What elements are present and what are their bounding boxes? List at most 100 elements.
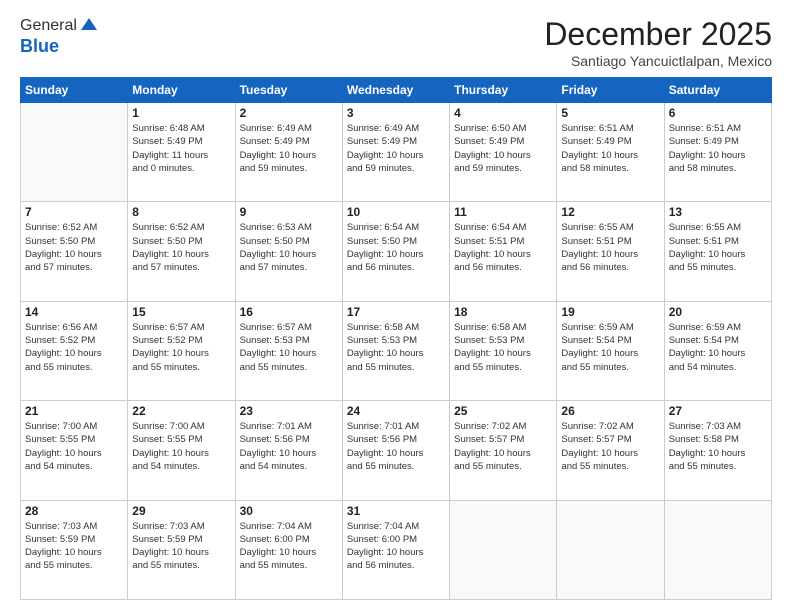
- day-number: 26: [561, 404, 659, 418]
- day-number: 9: [240, 205, 338, 219]
- day-info: Sunrise: 6:54 AM Sunset: 5:51 PM Dayligh…: [454, 221, 552, 274]
- day-info: Sunrise: 6:50 AM Sunset: 5:49 PM Dayligh…: [454, 122, 552, 175]
- day-number: 23: [240, 404, 338, 418]
- calendar-cell: [21, 103, 128, 202]
- day-number: 3: [347, 106, 445, 120]
- day-number: 21: [25, 404, 123, 418]
- weekday-header: Saturday: [664, 78, 771, 103]
- logo-general-text: General: [20, 17, 77, 35]
- calendar-cell: 7 Sunrise: 6:52 AM Sunset: 5:50 PM Daylig…: [21, 202, 128, 301]
- day-number: 31: [347, 504, 445, 518]
- calendar-cell: 24 Sunrise: 7:01 AM Sunset: 5:56 PM Dayli…: [342, 401, 449, 500]
- day-info: Sunrise: 6:49 AM Sunset: 5:49 PM Dayligh…: [240, 122, 338, 175]
- weekday-header: Tuesday: [235, 78, 342, 103]
- day-info: Sunrise: 7:04 AM Sunset: 6:00 PM Dayligh…: [240, 520, 338, 573]
- logo-icon: [79, 16, 99, 36]
- day-info: Sunrise: 7:04 AM Sunset: 6:00 PM Dayligh…: [347, 520, 445, 573]
- calendar-cell: 2 Sunrise: 6:49 AM Sunset: 5:49 PM Daylig…: [235, 103, 342, 202]
- day-info: Sunrise: 7:02 AM Sunset: 5:57 PM Dayligh…: [454, 420, 552, 473]
- calendar-week-row: 7 Sunrise: 6:52 AM Sunset: 5:50 PM Daylig…: [21, 202, 772, 301]
- day-info: Sunrise: 6:57 AM Sunset: 5:53 PM Dayligh…: [240, 321, 338, 374]
- day-number: 30: [240, 504, 338, 518]
- calendar-cell: 6 Sunrise: 6:51 AM Sunset: 5:49 PM Daylig…: [664, 103, 771, 202]
- day-info: Sunrise: 6:55 AM Sunset: 5:51 PM Dayligh…: [561, 221, 659, 274]
- calendar-cell: 20 Sunrise: 6:59 AM Sunset: 5:54 PM Dayli…: [664, 301, 771, 400]
- day-info: Sunrise: 6:59 AM Sunset: 5:54 PM Dayligh…: [669, 321, 767, 374]
- day-info: Sunrise: 6:52 AM Sunset: 5:50 PM Dayligh…: [132, 221, 230, 274]
- header: General Blue December 2025 Santiago Yanc…: [20, 16, 772, 69]
- weekday-header: Friday: [557, 78, 664, 103]
- calendar-week-row: 28 Sunrise: 7:03 AM Sunset: 5:59 PM Dayli…: [21, 500, 772, 599]
- calendar-header-row: SundayMondayTuesdayWednesdayThursdayFrid…: [21, 78, 772, 103]
- calendar-cell: 25 Sunrise: 7:02 AM Sunset: 5:57 PM Dayli…: [450, 401, 557, 500]
- day-info: Sunrise: 7:03 AM Sunset: 5:59 PM Dayligh…: [132, 520, 230, 573]
- day-info: Sunrise: 6:54 AM Sunset: 5:50 PM Dayligh…: [347, 221, 445, 274]
- day-number: 25: [454, 404, 552, 418]
- weekday-header: Sunday: [21, 78, 128, 103]
- calendar-cell: 27 Sunrise: 7:03 AM Sunset: 5:58 PM Dayli…: [664, 401, 771, 500]
- day-info: Sunrise: 6:57 AM Sunset: 5:52 PM Dayligh…: [132, 321, 230, 374]
- calendar-cell: 12 Sunrise: 6:55 AM Sunset: 5:51 PM Dayli…: [557, 202, 664, 301]
- day-info: Sunrise: 6:59 AM Sunset: 5:54 PM Dayligh…: [561, 321, 659, 374]
- day-info: Sunrise: 6:51 AM Sunset: 5:49 PM Dayligh…: [561, 122, 659, 175]
- day-number: 16: [240, 305, 338, 319]
- calendar-cell: 13 Sunrise: 6:55 AM Sunset: 5:51 PM Dayli…: [664, 202, 771, 301]
- day-number: 17: [347, 305, 445, 319]
- day-number: 12: [561, 205, 659, 219]
- day-info: Sunrise: 6:56 AM Sunset: 5:52 PM Dayligh…: [25, 321, 123, 374]
- calendar-cell: [557, 500, 664, 599]
- calendar-cell: 17Sunrise: 6:58 AM Sunset: 5:53 PM Dayli…: [342, 301, 449, 400]
- day-number: 4: [454, 106, 552, 120]
- day-number: 11: [454, 205, 552, 219]
- day-number: 27: [669, 404, 767, 418]
- day-info: Sunrise: 6:55 AM Sunset: 5:51 PM Dayligh…: [669, 221, 767, 274]
- calendar-cell: 8Sunrise: 6:52 AM Sunset: 5:50 PM Daylig…: [128, 202, 235, 301]
- title-block: December 2025 Santiago Yancuictlalpan, M…: [544, 16, 772, 69]
- calendar-cell: 1Sunrise: 6:48 AM Sunset: 5:49 PM Daylig…: [128, 103, 235, 202]
- calendar-cell: 11 Sunrise: 6:54 AM Sunset: 5:51 PM Dayli…: [450, 202, 557, 301]
- calendar-cell: 15Sunrise: 6:57 AM Sunset: 5:52 PM Dayli…: [128, 301, 235, 400]
- day-info: Sunrise: 6:58 AM Sunset: 5:53 PM Dayligh…: [454, 321, 552, 374]
- day-info: Sunrise: 7:00 AM Sunset: 5:55 PM Dayligh…: [132, 420, 230, 473]
- day-number: 24: [347, 404, 445, 418]
- day-number: 22: [132, 404, 230, 418]
- location: Santiago Yancuictlalpan, Mexico: [544, 53, 772, 69]
- day-info: Sunrise: 6:52 AM Sunset: 5:50 PM Dayligh…: [25, 221, 123, 274]
- calendar-cell: 5Sunrise: 6:51 AM Sunset: 5:49 PM Daylig…: [557, 103, 664, 202]
- day-info: Sunrise: 6:53 AM Sunset: 5:50 PM Dayligh…: [240, 221, 338, 274]
- calendar-table: SundayMondayTuesdayWednesdayThursdayFrid…: [20, 77, 772, 600]
- day-number: 2: [240, 106, 338, 120]
- day-number: 28: [25, 504, 123, 518]
- day-info: Sunrise: 6:49 AM Sunset: 5:49 PM Dayligh…: [347, 122, 445, 175]
- calendar-cell: 19 Sunrise: 6:59 AM Sunset: 5:54 PM Dayli…: [557, 301, 664, 400]
- day-info: Sunrise: 7:03 AM Sunset: 5:58 PM Dayligh…: [669, 420, 767, 473]
- day-number: 19: [561, 305, 659, 319]
- calendar-cell: [664, 500, 771, 599]
- weekday-header: Wednesday: [342, 78, 449, 103]
- calendar-cell: 10Sunrise: 6:54 AM Sunset: 5:50 PM Dayli…: [342, 202, 449, 301]
- calendar-cell: 9 Sunrise: 6:53 AM Sunset: 5:50 PM Daylig…: [235, 202, 342, 301]
- day-info: Sunrise: 7:01 AM Sunset: 5:56 PM Dayligh…: [240, 420, 338, 473]
- calendar-cell: 23 Sunrise: 7:01 AM Sunset: 5:56 PM Dayli…: [235, 401, 342, 500]
- day-info: Sunrise: 6:51 AM Sunset: 5:49 PM Dayligh…: [669, 122, 767, 175]
- day-number: 18: [454, 305, 552, 319]
- day-info: Sunrise: 7:02 AM Sunset: 5:57 PM Dayligh…: [561, 420, 659, 473]
- month-title: December 2025: [544, 16, 772, 53]
- day-number: 14: [25, 305, 123, 319]
- day-number: 20: [669, 305, 767, 319]
- day-number: 7: [25, 205, 123, 219]
- calendar-cell: 16 Sunrise: 6:57 AM Sunset: 5:53 PM Dayli…: [235, 301, 342, 400]
- day-number: 13: [669, 205, 767, 219]
- calendar-cell: 29 Sunrise: 7:03 AM Sunset: 5:59 PM Dayli…: [128, 500, 235, 599]
- day-number: 29: [132, 504, 230, 518]
- calendar-cell: 28Sunrise: 7:03 AM Sunset: 5:59 PM Dayli…: [21, 500, 128, 599]
- calendar-cell: 26 Sunrise: 7:02 AM Sunset: 5:57 PM Dayli…: [557, 401, 664, 500]
- calendar-cell: 31 Sunrise: 7:04 AM Sunset: 6:00 PM Dayli…: [342, 500, 449, 599]
- calendar-week-row: 14 Sunrise: 6:56 AM Sunset: 5:52 PM Dayli…: [21, 301, 772, 400]
- day-info: Sunrise: 7:01 AM Sunset: 5:56 PM Dayligh…: [347, 420, 445, 473]
- day-number: 1: [132, 106, 230, 120]
- calendar-cell: [450, 500, 557, 599]
- calendar-cell: 22 Sunrise: 7:00 AM Sunset: 5:55 PM Dayli…: [128, 401, 235, 500]
- day-number: 6: [669, 106, 767, 120]
- weekday-header: Thursday: [450, 78, 557, 103]
